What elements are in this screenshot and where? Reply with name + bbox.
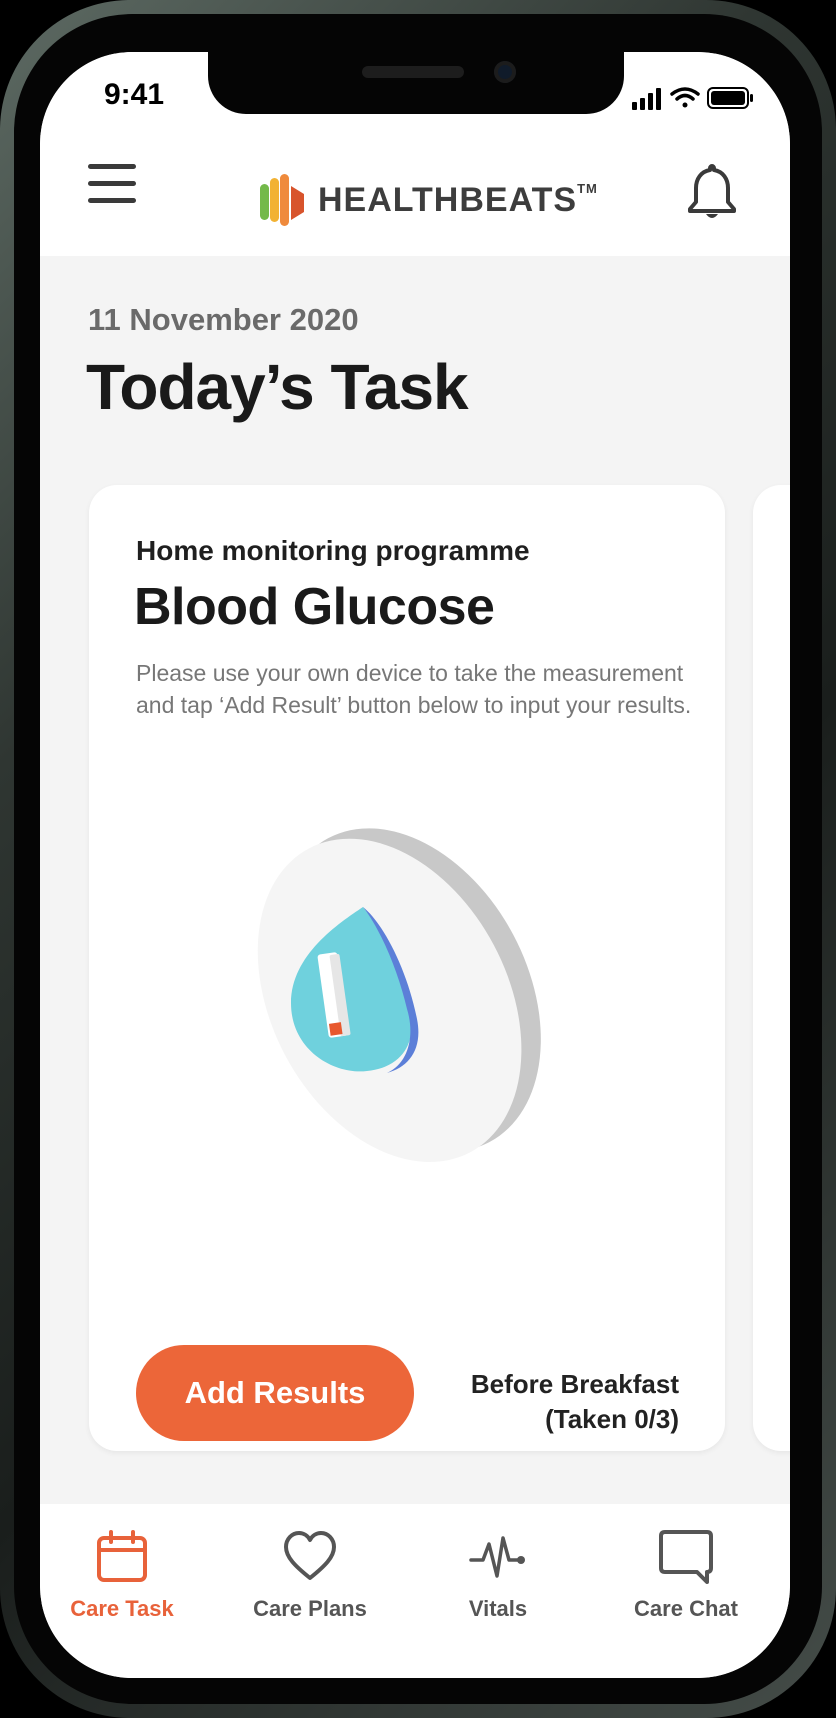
signal-icon <box>632 88 661 110</box>
logo-trademark: TM <box>577 180 598 196</box>
next-task-card-peek[interactable] <box>753 485 790 1451</box>
add-results-button[interactable]: Add Results <box>136 1345 414 1441</box>
front-camera <box>494 61 516 83</box>
bottom-tab-bar: Care Task Care Plans Vitals Care Chat <box>40 1504 790 1678</box>
blood-glucose-illustration <box>257 828 541 1163</box>
tab-label: Vitals <box>468 1596 528 1621</box>
speaker <box>362 66 464 78</box>
chat-bubble-icon <box>659 1530 713 1584</box>
status-time: 9:41 <box>104 78 165 111</box>
logo-text: HEALTHBEATSTM <box>318 180 598 219</box>
logo: HEALTHBEATSTM <box>254 170 598 230</box>
tab-care-plans[interactable]: Care Plans <box>216 1528 404 1638</box>
bell-icon[interactable] <box>686 162 738 224</box>
card-description: Please use your own device to take the m… <box>136 660 692 718</box>
tab-label: Care Task <box>70 1596 174 1621</box>
date-text: 11 November 2020 <box>88 302 359 337</box>
tab-vitals[interactable]: Vitals <box>404 1528 592 1638</box>
battery-icon <box>707 87 753 109</box>
card-subtitle: Home monitoring programme <box>136 535 530 566</box>
tab-label: Care Chat <box>634 1596 738 1621</box>
logo-mark-icon <box>260 174 304 226</box>
notch <box>208 52 624 114</box>
tab-care-chat[interactable]: Care Chat <box>592 1528 780 1638</box>
task-card-blood-glucose[interactable]: Home monitoring programme Blood Glucose … <box>89 485 725 1451</box>
pulse-icon <box>469 1536 525 1578</box>
heart-icon <box>284 1531 336 1580</box>
status-icons <box>632 87 753 110</box>
card-title: Blood Glucose <box>134 578 495 636</box>
reading-time: Before Breakfast <box>470 1369 679 1399</box>
reading-info: Before Breakfast (Taken 0/3) <box>471 1367 679 1437</box>
tab-label: Care Plans <box>253 1596 367 1621</box>
reading-count: (Taken 0/3) <box>545 1404 679 1434</box>
hamburger-menu-icon[interactable] <box>88 164 138 206</box>
tab-care-task[interactable]: Care Task <box>40 1528 216 1638</box>
app-screen: 9:41 HEALTHBEATSTM 11 November 2020 Toda… <box>40 52 790 1678</box>
page-title: Today’s Task <box>86 351 469 423</box>
calendar-icon <box>97 1530 147 1582</box>
wifi-icon <box>670 87 700 108</box>
